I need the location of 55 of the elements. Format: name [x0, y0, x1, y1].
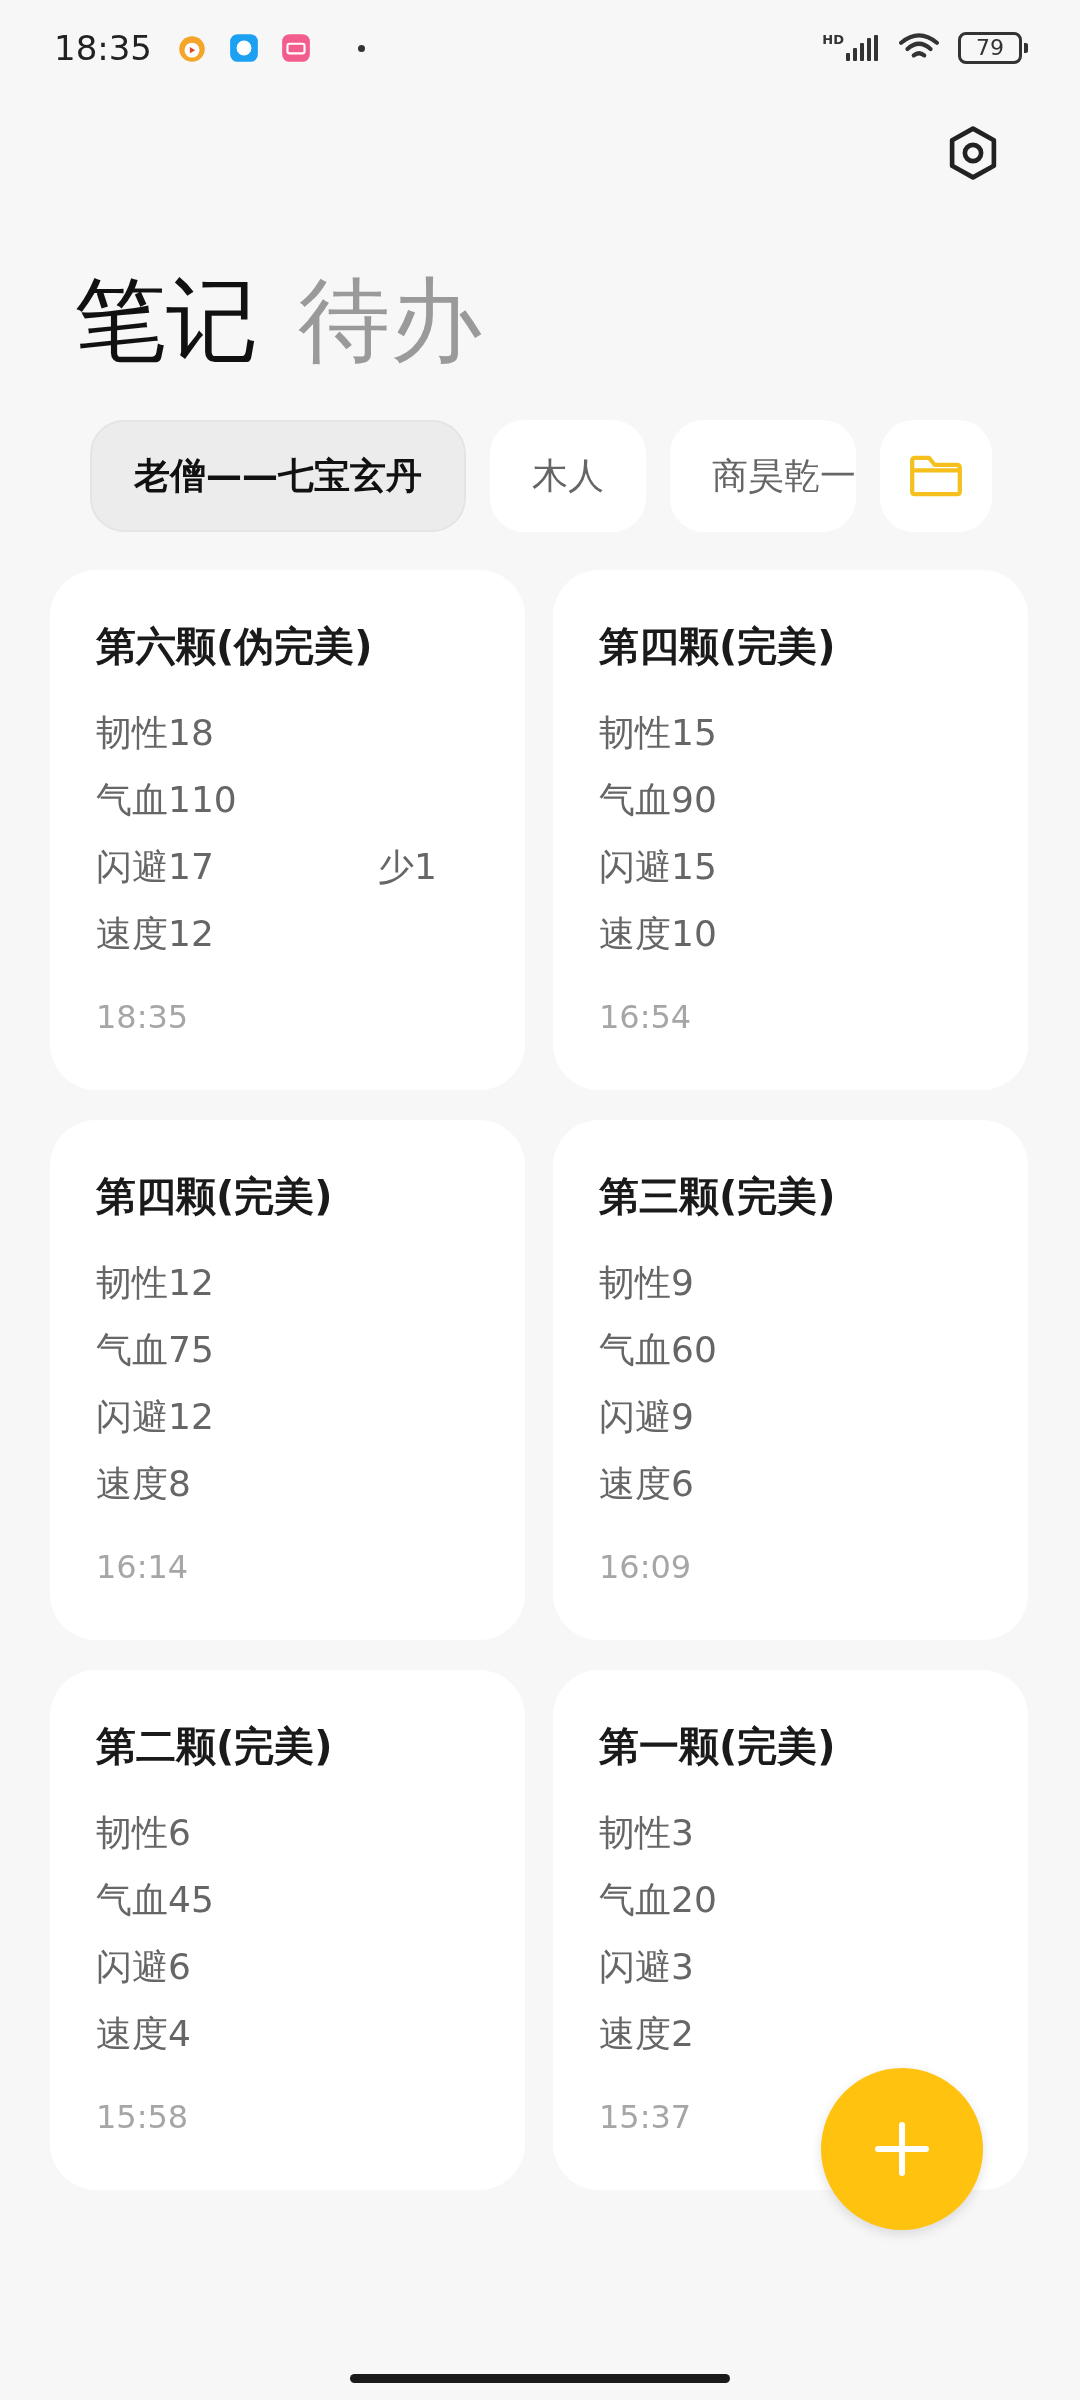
notification-dot: [358, 44, 365, 52]
signal-icon: [846, 35, 880, 61]
note-line: 气血20: [599, 1878, 717, 1923]
note-title: 第一颗(完美): [599, 1722, 837, 1772]
chat-app-icon: [228, 32, 260, 64]
note-line: 气血90: [599, 778, 717, 823]
note-time: 16:09: [599, 1548, 693, 1587]
folder-chip[interactable]: 老僧——七宝玄丹: [90, 420, 466, 533]
note-card[interactable]: 第二颗(完美) 韧性6 气血45 闪避6 速度4 15:58: [50, 1670, 525, 2191]
note-time: 16:14: [96, 1548, 190, 1587]
note-title: 第六颗(伪完美): [96, 622, 374, 672]
note-card[interactable]: 第六颗(伪完美) 韧性18 气血110 闪避17 少1 速度12 18:35: [50, 570, 525, 1091]
video-app-icon: [280, 32, 312, 64]
note-remark: 少1: [378, 845, 437, 890]
note-line: 韧性6: [96, 1811, 191, 1856]
note-line: 速度12: [96, 912, 214, 957]
note-line: 韧性18: [96, 711, 214, 756]
status-time: 18:35: [54, 28, 152, 68]
note-line: 闪避3: [599, 1945, 694, 1990]
note-time: 16:54: [599, 998, 693, 1037]
note-line: 闪避15: [599, 845, 717, 890]
note-line: 韧性15: [599, 711, 717, 756]
note-line: 闪避6: [96, 1945, 191, 1990]
note-line: 气血110: [96, 778, 237, 823]
note-card[interactable]: 第三颗(完美) 韧性9 气血60 闪避9 速度6 16:09: [553, 1120, 1028, 1641]
note-time: 18:35: [96, 998, 190, 1037]
section-tab[interactable]: 笔记: [74, 266, 258, 377]
note-line: 速度8: [96, 1462, 191, 1507]
note-card[interactable]: 第一颗(完美) 韧性3 气血20 闪避3 速度2 15:37: [553, 1670, 1028, 2191]
note-line: 气血75: [96, 1328, 214, 1373]
note-card[interactable]: 第四颗(完美) 韧性15 气血90 闪避15 速度10 16:54: [553, 570, 1028, 1091]
note-line: 闪避17: [96, 845, 214, 890]
note-line: 气血60: [599, 1328, 717, 1373]
note-title: 第二颗(完美): [96, 1722, 334, 1772]
note-line: 速度2: [599, 2012, 694, 2057]
plus-icon: [872, 2119, 932, 2179]
folder-chip[interactable]: 商昊乾一: [670, 420, 856, 533]
note-line: 韧性3: [599, 1811, 694, 1856]
folder-chip[interactable]: 木人: [490, 420, 646, 533]
network-label: HD: [822, 32, 844, 47]
note-line: 闪避9: [599, 1395, 694, 1440]
note-time: 15:58: [96, 2098, 190, 2137]
note-line: 速度4: [96, 2012, 191, 2057]
note-time: 15:37: [599, 2098, 693, 2137]
note-card[interactable]: 第四颗(完美) 韧性12 气血75 闪避12 速度8 16:14: [50, 1120, 525, 1641]
note-title: 第四颗(完美): [96, 1172, 334, 1222]
note-line: 速度10: [599, 912, 717, 957]
note-line: 速度6: [599, 1462, 694, 1507]
note-title: 第四颗(完美): [599, 622, 837, 672]
note-title: 第三颗(完美): [599, 1172, 837, 1222]
note-line: 韧性9: [599, 1261, 694, 1306]
note-line: 韧性12: [96, 1261, 214, 1306]
note-line: 闪避12: [96, 1395, 214, 1440]
folder-button[interactable]: [880, 420, 992, 533]
note-line: 气血45: [96, 1878, 214, 1923]
